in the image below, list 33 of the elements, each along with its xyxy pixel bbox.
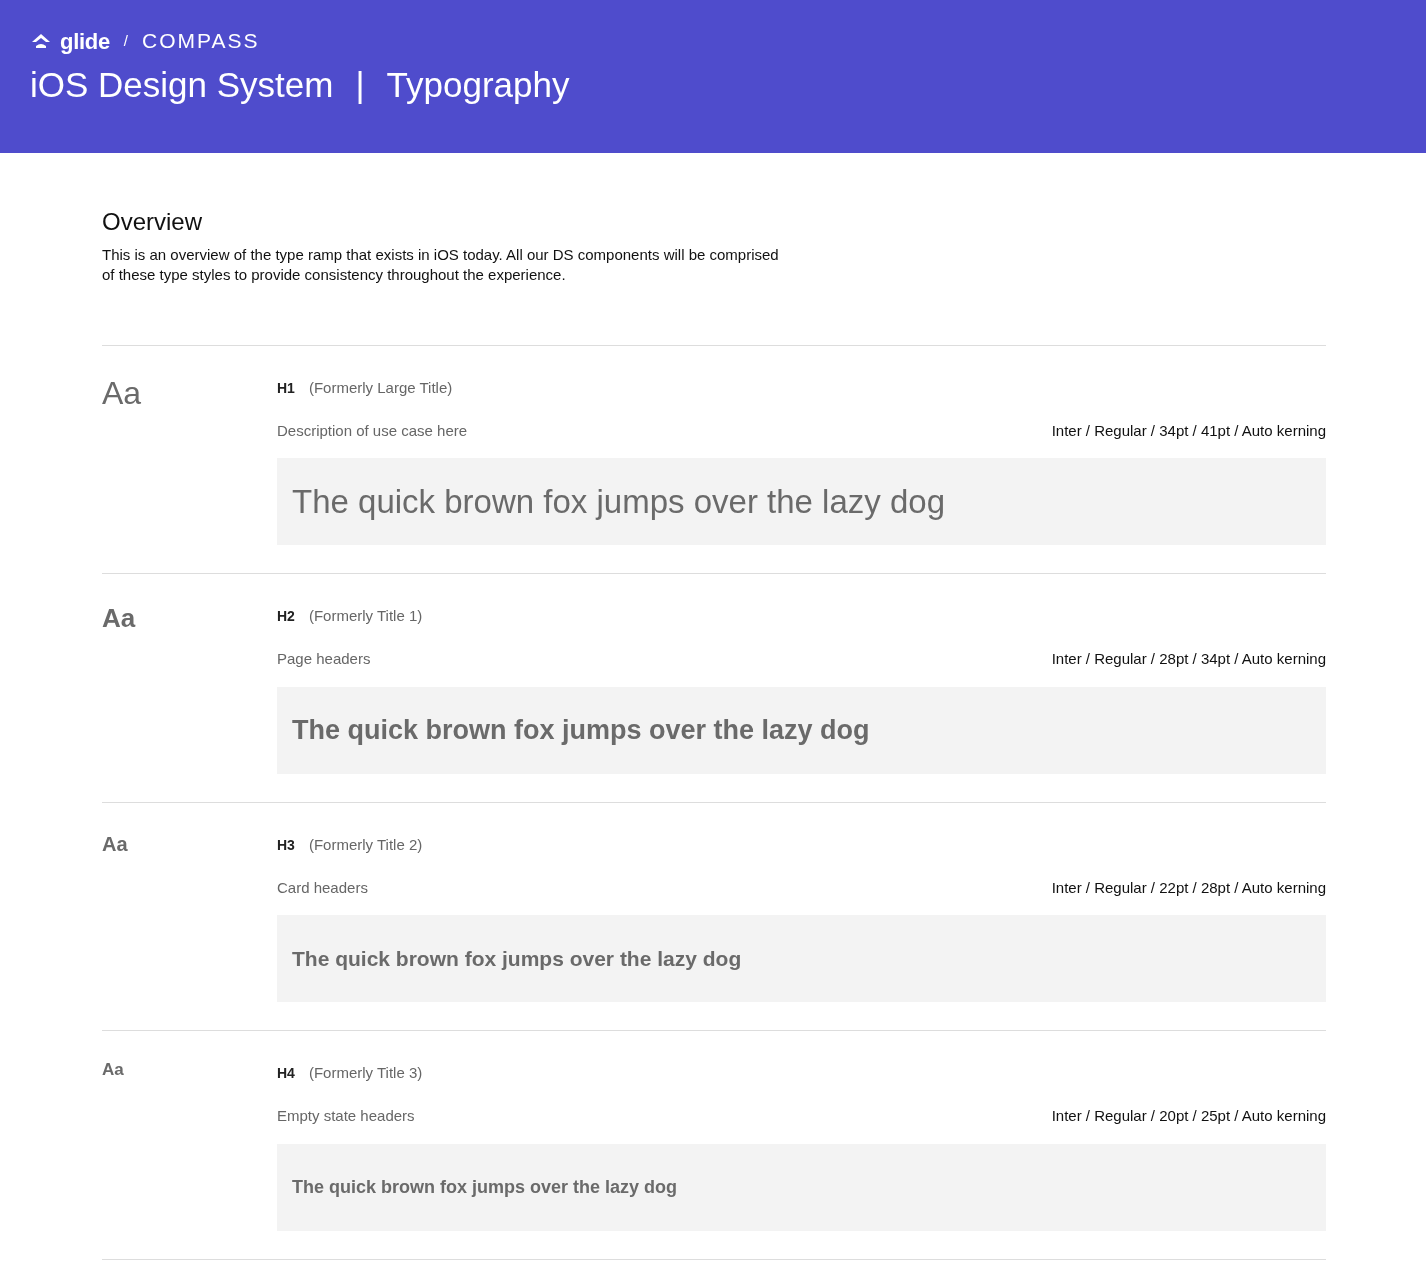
type-specimen: Aa bbox=[102, 832, 128, 855]
type-specimen: Aa bbox=[102, 374, 142, 411]
font-spec: Inter / Regular / 34pt / 41pt / Auto kerning bbox=[1051, 420, 1326, 441]
type-specimen: Aa bbox=[102, 603, 136, 634]
sample-text: The quick brown fox jumps over the lazy dog bbox=[292, 482, 945, 523]
former-name: (Formerly Title 2) bbox=[308, 835, 423, 853]
style-description: Page headers bbox=[277, 649, 371, 670]
font-spec: Inter / Regular / 28pt / 34pt / Auto kerning bbox=[1051, 649, 1326, 670]
former-name: (Formerly Title 1) bbox=[308, 607, 423, 625]
brand-name: glide bbox=[60, 27, 110, 56]
font-spec: Inter / Regular / 20pt / 25pt / Auto kerning bbox=[1051, 1106, 1326, 1127]
former-name: (Formerly Title 3) bbox=[308, 1064, 423, 1082]
overview-text: This is an overview of the type ramp that exists in iOS today. All our DS components will be comprised of these type styles to provide consistency throughout the experience. bbox=[102, 244, 780, 285]
style-description: Empty state headers bbox=[277, 1106, 415, 1127]
style-description: Card headers bbox=[277, 877, 368, 898]
style-name: H3 bbox=[277, 836, 295, 853]
sample-text: The quick brown fox jumps over the lazy dog bbox=[292, 714, 870, 748]
brand-separator: / bbox=[123, 30, 128, 51]
sample-text: The quick brown fox jumps over the lazy dog bbox=[292, 1175, 678, 1199]
page-title: iOS Design System bbox=[30, 66, 334, 105]
type-specimen: Aa bbox=[102, 1060, 124, 1080]
section-heading: Overview bbox=[102, 208, 204, 237]
partner-name: COMPASS bbox=[142, 28, 260, 55]
former-name: (Formerly Large Title) bbox=[308, 378, 453, 396]
font-spec: Inter / Regular / 22pt / 28pt / Auto kerning bbox=[1051, 877, 1326, 898]
page-subtitle: Typography bbox=[386, 66, 570, 105]
logo-icon bbox=[30, 32, 52, 50]
style-name: H4 bbox=[277, 1065, 295, 1082]
style-name: H1 bbox=[277, 379, 295, 396]
sample-text: The quick brown fox jumps over the lazy dog bbox=[292, 946, 742, 973]
title-divider: | bbox=[355, 66, 365, 105]
style-description: Description of use case here bbox=[277, 420, 468, 441]
style-name: H2 bbox=[277, 608, 295, 625]
